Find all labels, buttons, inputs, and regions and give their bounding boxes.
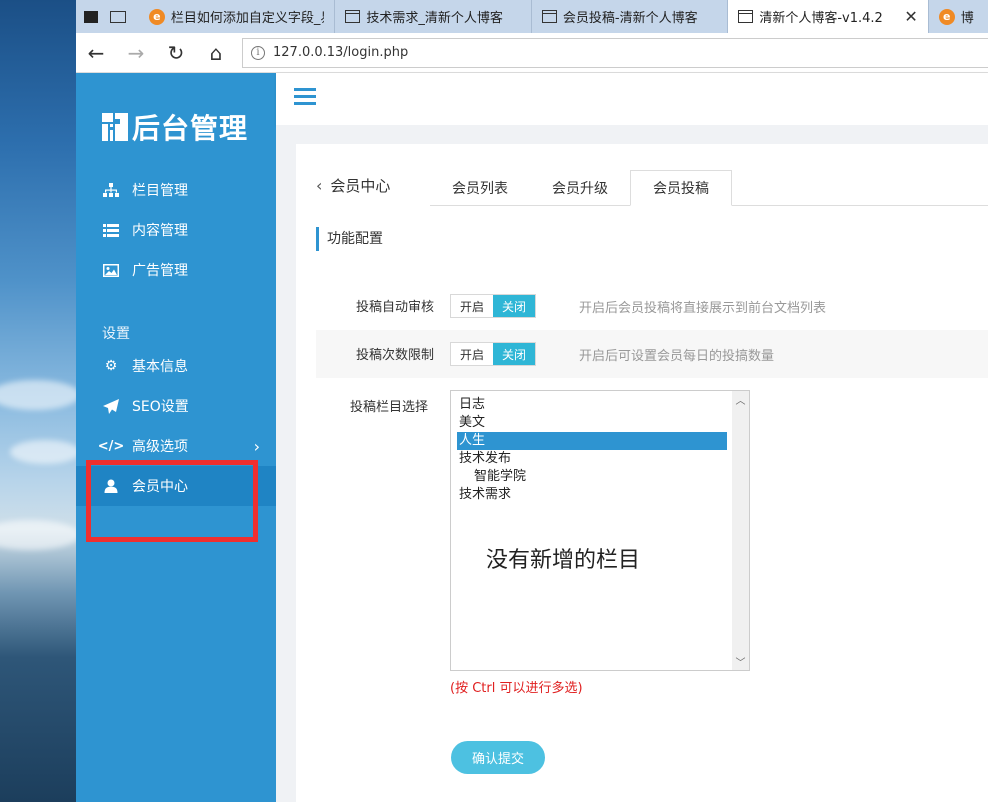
tab-label: 技术需求_清新个人博客 xyxy=(366,11,503,26)
sidebar-section-settings: 设置 xyxy=(102,326,130,342)
sidebar-item-content[interactable]: 内容管理 xyxy=(76,210,276,250)
switch-off-option[interactable]: 关闭 xyxy=(493,295,535,317)
admin-sidebar: 后台管理 栏目管理 内容管理 广告管理 设置 ⚙ 基本信息 SEO设置 </> … xyxy=(76,73,276,802)
annotation-highlight-box xyxy=(86,460,258,542)
panel-title-text: 会员中心 xyxy=(330,177,391,195)
logo-text: 后台管理 xyxy=(132,112,249,145)
sidebar-item-label: 广告管理 xyxy=(132,263,188,279)
sitemap-icon xyxy=(102,183,120,197)
edge-e-icon: e xyxy=(148,8,165,25)
page-icon xyxy=(345,10,361,23)
close-icon[interactable]: ✕ xyxy=(904,7,917,26)
browser-tab-2[interactable]: 技术需求_清新个人博客 xyxy=(335,0,532,33)
refresh-icon[interactable]: ↻ xyxy=(156,33,196,73)
page-icon xyxy=(541,10,557,23)
listbox-scrollbar[interactable]: ︿ ﹀ xyxy=(732,391,749,670)
back-arrow-icon[interactable]: ← xyxy=(76,33,116,73)
paper-plane-icon xyxy=(102,398,120,414)
chevron-left-icon: ‹ xyxy=(316,176,323,195)
logo: 后台管理 xyxy=(102,107,248,147)
setting-row-submission-limit: 投稿次数限制 开启 关闭 开启后可设置会员每日的投搞数量 xyxy=(316,330,988,378)
sidebar-item-label: 基本信息 xyxy=(132,359,188,375)
tab-label: 栏目如何添加自定义字段_易 xyxy=(170,11,325,26)
select-option-selected[interactable]: 人生 xyxy=(457,432,727,450)
switch-on-option[interactable]: 开启 xyxy=(451,295,493,317)
scroll-up-icon[interactable]: ︿ xyxy=(732,391,749,408)
browser-tab-1[interactable]: e 栏目如何添加自定义字段_易 xyxy=(139,0,336,33)
multi-select-note: (按 Ctrl 可以进行多选) xyxy=(450,681,583,696)
hamburger-menu-icon[interactable] xyxy=(294,88,316,106)
browser-tab-5[interactable]: e 博 xyxy=(929,0,988,33)
url-field[interactable]: i 127.0.0.13/login.php xyxy=(242,37,988,68)
annotation-text: 没有新增的栏目 xyxy=(486,548,641,573)
auto-review-switch[interactable]: 开启 关闭 xyxy=(450,294,536,318)
address-bar: ← → ↻ ⌂ i 127.0.0.13/login.php xyxy=(76,33,988,73)
forward-arrow-icon[interactable]: → xyxy=(116,33,156,73)
section-title: 功能配置 xyxy=(316,227,383,251)
url-text: 127.0.0.13/login.php xyxy=(273,45,409,60)
edge-e-icon: e xyxy=(938,8,955,25)
panel-tabs: 会员列表 会员升级 会员投稿 xyxy=(430,170,732,206)
scroll-down-icon[interactable]: ﹀ xyxy=(732,653,749,670)
sidebar-item-label: SEO设置 xyxy=(132,399,189,415)
switch-off-option[interactable]: 关闭 xyxy=(493,343,535,365)
tab-member-submission[interactable]: 会员投稿 xyxy=(630,170,732,206)
window-controls xyxy=(76,0,139,33)
select-option[interactable]: 技术需求 xyxy=(457,486,727,504)
submit-button[interactable]: 确认提交 xyxy=(451,741,545,774)
column-multi-select[interactable]: 日志 美文 人生 技术发布 智能学院 技术需求 ︿ ﹀ xyxy=(450,390,750,671)
list-icon xyxy=(102,223,120,237)
sidebar-item-label: 高级选项 xyxy=(132,439,188,455)
setting-hint: 开启后可设置会员每日的投搞数量 xyxy=(579,349,775,364)
tab-label: 清新个人博客-v1.4.2 xyxy=(759,11,883,26)
submission-limit-switch[interactable]: 开启 关闭 xyxy=(450,342,536,366)
code-icon: </> xyxy=(97,438,125,454)
sidebar-item-basic-info[interactable]: ⚙ 基本信息 xyxy=(76,346,276,386)
gear-icon: ⚙ xyxy=(104,358,118,374)
panel-title[interactable]: ‹ 会员中心 xyxy=(316,175,390,196)
info-icon[interactable]: i xyxy=(251,45,265,60)
tab-member-list[interactable]: 会员列表 xyxy=(430,170,530,206)
browser-tab-4[interactable]: 清新个人博客-v1.4.2 ✕ xyxy=(728,0,929,33)
desktop-wallpaper xyxy=(0,0,76,802)
home-icon[interactable]: ⌂ xyxy=(196,33,236,73)
setting-label: 投稿自动审核 xyxy=(355,300,434,315)
setting-row-auto-review: 投稿自动审核 开启 关闭 开启后会员投稿将直接展示到前台文档列表 xyxy=(316,282,988,330)
sidebar-item-label: 内容管理 xyxy=(132,223,188,239)
image-icon xyxy=(102,263,120,277)
select-option[interactable]: 日志 xyxy=(457,396,727,414)
switch-on-option[interactable]: 开启 xyxy=(451,343,493,365)
browser-tab-3[interactable]: 会员投稿-清新个人博客 xyxy=(532,0,729,33)
select-option[interactable]: 智能学院 xyxy=(457,468,727,486)
chevron-right-icon: › xyxy=(253,436,260,456)
select-option[interactable]: 美文 xyxy=(457,414,727,432)
select-option[interactable]: 技术发布 xyxy=(457,450,727,468)
page-icon xyxy=(738,10,754,23)
tab-actions-icon[interactable] xyxy=(84,10,98,23)
sidebar-item-ads[interactable]: 广告管理 xyxy=(76,250,276,290)
tab-member-upgrade[interactable]: 会员升级 xyxy=(530,170,630,206)
logo-mark-icon xyxy=(102,113,128,141)
sidebar-item-label: 栏目管理 xyxy=(132,183,188,199)
setting-hint: 开启后会员投稿将直接展示到前台文档列表 xyxy=(579,301,827,316)
setting-label: 投稿次数限制 xyxy=(355,348,434,363)
column-select-label: 投稿栏目选择 xyxy=(350,400,429,415)
tab-label: 会员投稿-清新个人博客 xyxy=(562,11,698,26)
browser-tab-bar: e 栏目如何添加自定义字段_易 技术需求_清新个人博客 会员投稿-清新个人博客 … xyxy=(76,0,988,33)
sidebar-item-columns[interactable]: 栏目管理 xyxy=(76,170,276,210)
top-header xyxy=(276,73,988,125)
tabs-aside-icon[interactable] xyxy=(110,10,126,23)
tab-label: 博 xyxy=(960,11,974,26)
sidebar-item-seo[interactable]: SEO设置 xyxy=(76,386,276,426)
